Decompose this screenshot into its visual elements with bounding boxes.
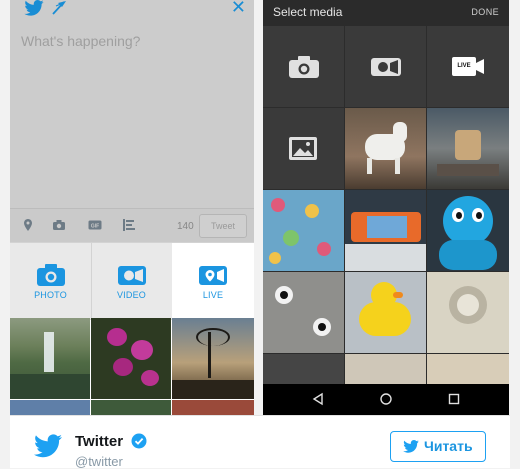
account-name[interactable]: Twitter	[75, 433, 123, 450]
gallery-tile[interactable]	[263, 108, 344, 189]
image-gallery-icon	[289, 137, 317, 160]
twitter-bird-icon	[34, 434, 62, 458]
camera-icon	[289, 56, 319, 78]
photo-blue-toy[interactable]	[427, 190, 509, 271]
gif-icon[interactable]: GIF	[88, 218, 102, 232]
camera-tile[interactable]	[263, 26, 344, 107]
photo-thumb-14[interactable]	[345, 354, 426, 384]
photo-thumb-4[interactable]	[10, 400, 90, 415]
picker-title: Select media	[273, 5, 343, 19]
android-nav-bar	[263, 384, 509, 415]
video-tile[interactable]	[345, 26, 426, 107]
picker-header: Select media DONE	[263, 0, 509, 26]
photo-nerf-gun[interactable]	[345, 190, 426, 271]
periscope-icon	[199, 266, 227, 285]
photo-rubber-duck[interactable]	[345, 272, 426, 353]
photo-desk[interactable]	[427, 108, 509, 189]
recent-photos	[10, 318, 254, 415]
twitter-bird-icon	[24, 0, 44, 16]
follow-button[interactable]: Читать	[390, 431, 486, 462]
photo-option[interactable]: PHOTO	[10, 243, 92, 319]
media-picker-screen: Select media DONE LIVE	[263, 0, 509, 415]
photo-pattern[interactable]	[263, 190, 344, 271]
back-icon[interactable]	[311, 392, 325, 406]
live-tile[interactable]: LIVE	[427, 26, 509, 107]
twitter-account-card: Twitter @twitter Читать	[10, 415, 510, 469]
video-camera-icon	[118, 266, 146, 285]
character-count: 140	[177, 221, 194, 232]
recents-icon[interactable]	[447, 392, 461, 406]
camera-icon[interactable]	[52, 218, 66, 232]
video-label: VIDEO	[116, 290, 146, 300]
camera-icon	[37, 264, 65, 286]
done-button[interactable]: DONE	[471, 7, 499, 17]
video-camera-icon	[371, 58, 401, 76]
svg-text:GIF: GIF	[91, 224, 99, 230]
video-option[interactable]: VIDEO	[91, 243, 173, 319]
photo-label: PHOTO	[34, 290, 67, 300]
location-icon[interactable]	[21, 218, 35, 232]
photo-flowers[interactable]	[91, 318, 171, 399]
live-label: LIVE	[202, 290, 224, 300]
live-option[interactable]: LIVE	[172, 243, 254, 319]
home-icon[interactable]	[379, 392, 393, 406]
tweet-button[interactable]: Tweet	[199, 214, 247, 238]
photo-tree-sunset[interactable]	[172, 318, 254, 399]
close-icon[interactable]: ✕	[231, 0, 246, 16]
photo-waterfall[interactable]	[10, 318, 90, 399]
photo-thumb-15[interactable]	[427, 354, 509, 384]
twitter-bird-icon	[403, 440, 419, 453]
media-options: PHOTO VIDEO LIVE	[10, 242, 254, 320]
compose-toolbar: GIF 140 Tweet	[10, 208, 254, 243]
compose-input[interactable]: What's happening?	[21, 33, 140, 49]
photo-eyes[interactable]	[263, 272, 344, 353]
compose-screen: ✕ What's happening? GIF 140 Tweet PHOTO …	[10, 0, 254, 415]
follow-label: Читать	[424, 438, 473, 454]
photo-thumb-13[interactable]	[263, 354, 344, 384]
poll-icon[interactable]	[122, 218, 136, 232]
verified-badge-icon	[131, 433, 147, 449]
quill-icon[interactable]	[50, 0, 68, 16]
photo-thumb-6[interactable]	[172, 400, 254, 415]
live-badge: LIVE	[457, 63, 471, 69]
compose-area[interactable]: ✕ What's happening?	[10, 0, 254, 208]
photo-can[interactable]	[427, 272, 509, 353]
photo-unicorn[interactable]	[345, 108, 426, 189]
photo-thumb-5[interactable]	[91, 400, 171, 415]
